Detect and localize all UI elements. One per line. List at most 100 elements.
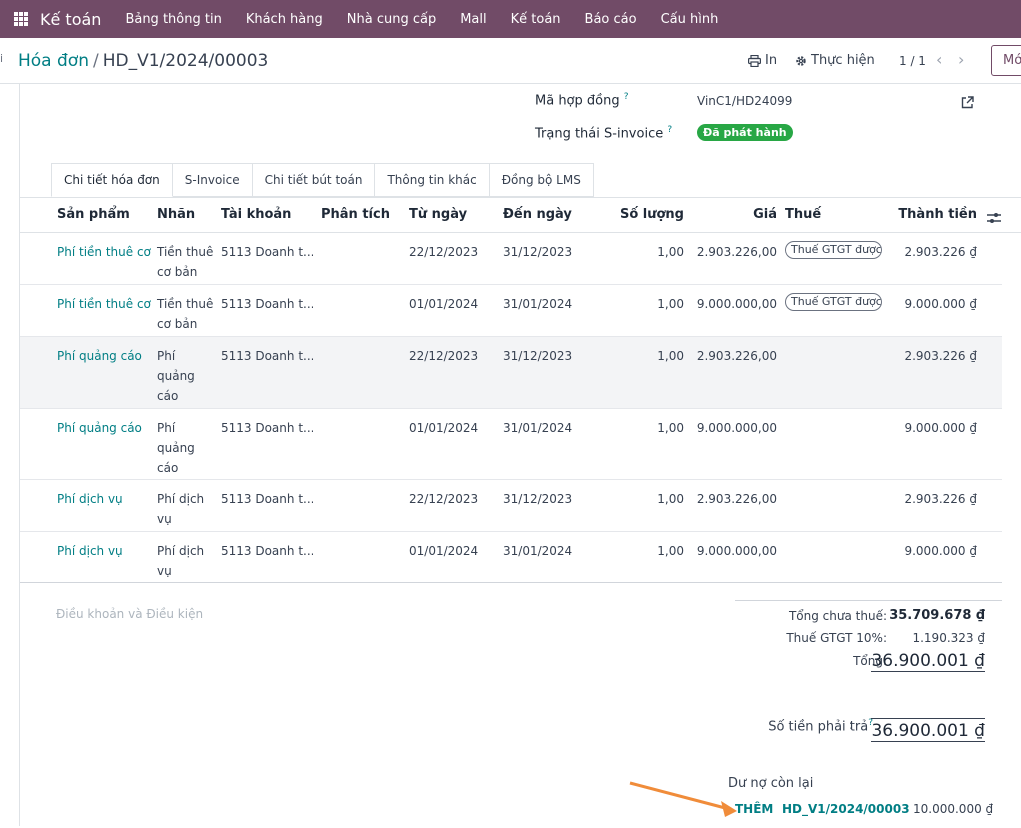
row-date-to: 31/12/2023 xyxy=(503,349,573,363)
row-quantity: 1,00 xyxy=(657,297,684,311)
breadcrumb-separator: / xyxy=(92,51,99,71)
table-header: Sản phẩm Nhãn Tài khoản Phân tích Từ ngà… xyxy=(20,198,1021,233)
row-date-from: 22/12/2023 xyxy=(409,245,479,259)
column-header-price[interactable]: Giá xyxy=(753,207,777,222)
table-row[interactable]: Phí tiền thuê cơ bản Tiền thuê cơ bản 51… xyxy=(20,233,1002,285)
row-date-to: 31/01/2024 xyxy=(503,544,573,558)
tab-journal-items[interactable]: Chi tiết bút toán xyxy=(252,163,376,197)
row-quantity: 1,00 xyxy=(657,544,684,558)
row-date-to: 31/12/2023 xyxy=(503,492,573,506)
row-quantity: 1,00 xyxy=(657,421,684,435)
table-row[interactable]: Phí quảng cáo Phí quảng cáo 5113 Doanh t… xyxy=(20,409,1002,480)
row-date-from: 01/01/2024 xyxy=(409,544,479,558)
status-badge: Đã phát hành xyxy=(697,124,793,141)
row-account: 5113 Doanh t... xyxy=(221,349,313,363)
amount-due-label: Số tiền phải trả? xyxy=(768,718,873,735)
row-subtotal: 2.903.226 ₫ xyxy=(904,492,977,506)
breadcrumb-invoices[interactable]: Hóa đơn xyxy=(18,51,89,71)
row-account: 5113 Doanh t... xyxy=(221,492,313,506)
row-subtotal: 9.000.000 ₫ xyxy=(904,297,977,311)
column-header-from[interactable]: Từ ngày xyxy=(409,207,467,222)
menu-customers[interactable]: Khách hàng xyxy=(246,12,323,27)
row-product: Phí quảng cáo xyxy=(57,349,142,363)
vat-label: Thuế GTGT 10%: xyxy=(786,631,887,645)
row-product: Phí quảng cáo xyxy=(57,421,142,435)
column-header-to[interactable]: Đến ngày xyxy=(503,207,572,222)
amount-due-value: 36.900.001 ₫ xyxy=(871,718,985,742)
control-panel: i Hóa đơn / HD_V1/2024/00003 In Thực hiện … xyxy=(0,38,1021,84)
row-label: Tiền thuê cơ bản xyxy=(157,297,214,331)
contract-field-value[interactable]: VinC1/HD24099 xyxy=(697,94,792,108)
row-account: 5113 Doanh t... xyxy=(221,297,313,311)
untaxed-amount-value: 35.709.678 ₫ xyxy=(889,608,985,623)
row-date-from: 22/12/2023 xyxy=(409,349,479,363)
row-quantity: 1,00 xyxy=(657,492,684,506)
row-subtotal: 9.000.000 ₫ xyxy=(904,544,977,558)
invoice-form-sheet: Mã hợp đồng ? VinC1/HD24099 Trạng thái S… xyxy=(19,84,1021,826)
row-price: 2.903.226,00 xyxy=(696,349,777,363)
left-edge-stub: i xyxy=(0,52,4,65)
menu-mall[interactable]: Mall xyxy=(460,12,486,27)
external-link-icon[interactable] xyxy=(961,94,974,113)
outstanding-amount: 10.000.000 ₫ xyxy=(913,802,994,816)
printer-icon xyxy=(748,54,761,67)
row-date-to: 31/01/2024 xyxy=(503,421,573,435)
column-header-total[interactable]: Thành tiền xyxy=(898,207,977,222)
column-header-tax[interactable]: Thuế xyxy=(785,207,821,222)
help-tooltip-icon[interactable]: ? xyxy=(667,125,672,135)
row-subtotal: 2.903.226 ₫ xyxy=(904,245,977,259)
tab-other-info[interactable]: Thông tin khác xyxy=(375,163,490,197)
menu-reports[interactable]: Báo cáo xyxy=(585,12,637,27)
help-tooltip-icon[interactable]: ? xyxy=(624,92,629,102)
print-button[interactable]: In xyxy=(748,53,777,68)
table-row[interactable]: Phí dịch vụ Phí dịch vụ 5113 Doanh t... … xyxy=(20,532,1002,582)
row-product: Phí tiền thuê cơ bản xyxy=(57,245,155,259)
table-row[interactable]: Phí tiền thuê cơ bản Tiền thuê cơ bản 51… xyxy=(20,285,1002,337)
column-header-label[interactable]: Nhãn xyxy=(157,207,195,222)
chevron-right-icon[interactable]: › xyxy=(958,50,964,69)
tax-tag: Thuế GTGT được xyxy=(785,241,882,259)
row-date-from: 22/12/2023 xyxy=(409,492,479,506)
table-row[interactable]: Phí dịch vụ Phí dịch vụ 5113 Doanh t... … xyxy=(20,480,1002,532)
column-header-qty[interactable]: Số lượng xyxy=(620,207,684,222)
column-header-product[interactable]: Sản phẩm xyxy=(57,207,130,222)
row-subtotal: 2.903.226 ₫ xyxy=(904,349,977,363)
pager-value[interactable]: 1 / 1 xyxy=(899,54,926,68)
row-product: Phí tiền thuê cơ bản xyxy=(57,297,155,311)
row-price: 2.903.226,00 xyxy=(696,492,777,506)
row-account: 5113 Doanh t... xyxy=(221,245,313,259)
row-price: 9.000.000,00 xyxy=(696,544,777,558)
tab-invoice-lines[interactable]: Chi tiết hóa đơn xyxy=(51,163,173,197)
terms-conditions-field[interactable]: Điều khoản và Điều kiện xyxy=(56,607,203,621)
row-date-from: 01/01/2024 xyxy=(409,297,479,311)
row-product: Phí dịch vụ xyxy=(57,544,123,558)
action-button[interactable]: Thực hiện xyxy=(795,53,875,68)
table-bottom-border xyxy=(20,582,1002,583)
app-name[interactable]: Kế toán xyxy=(40,10,101,29)
menu-configuration[interactable]: Cấu hình xyxy=(661,12,719,27)
breadcrumb-current: HD_V1/2024/00003 xyxy=(102,51,269,71)
row-date-to: 31/12/2023 xyxy=(503,245,573,259)
tab-s-invoice[interactable]: S-Invoice xyxy=(172,163,253,197)
breadcrumb: Hóa đơn / HD_V1/2024/00003 xyxy=(18,51,268,71)
apps-grid-icon[interactable] xyxy=(14,12,28,26)
row-date-to: 31/01/2024 xyxy=(503,297,573,311)
chevron-left-icon[interactable]: ‹ xyxy=(936,50,942,69)
row-label: Phí dịch vụ xyxy=(157,492,205,526)
menu-vendors[interactable]: Nhà cung cấp xyxy=(347,12,436,27)
row-label: Phí dịch vụ xyxy=(157,544,205,578)
menu-accounting[interactable]: Kế toán xyxy=(511,12,561,27)
row-label: Tiền thuê cơ bản xyxy=(157,245,214,279)
row-price: 9.000.000,00 xyxy=(696,421,777,435)
new-button[interactable]: Mới xyxy=(991,45,1021,76)
tab-lms-sync[interactable]: Đồng bộ LMS xyxy=(489,163,594,197)
tax-tag: Thuế GTGT được xyxy=(785,293,882,311)
untaxed-amount-label: Tổng chưa thuế: xyxy=(788,609,887,623)
column-header-account[interactable]: Tài khoản xyxy=(221,207,291,222)
optional-columns-toggle-icon[interactable] xyxy=(987,209,1001,228)
table-row[interactable]: Phí quảng cáo Phí quảng cáo 5113 Doanh t… xyxy=(20,337,1002,409)
column-header-analytic[interactable]: Phân tích xyxy=(321,207,390,222)
row-quantity: 1,00 xyxy=(657,245,684,259)
menu-dashboard[interactable]: Bảng thông tin xyxy=(125,12,221,27)
outstanding-reference[interactable]: HD_V1/2024/00003 xyxy=(782,802,910,816)
